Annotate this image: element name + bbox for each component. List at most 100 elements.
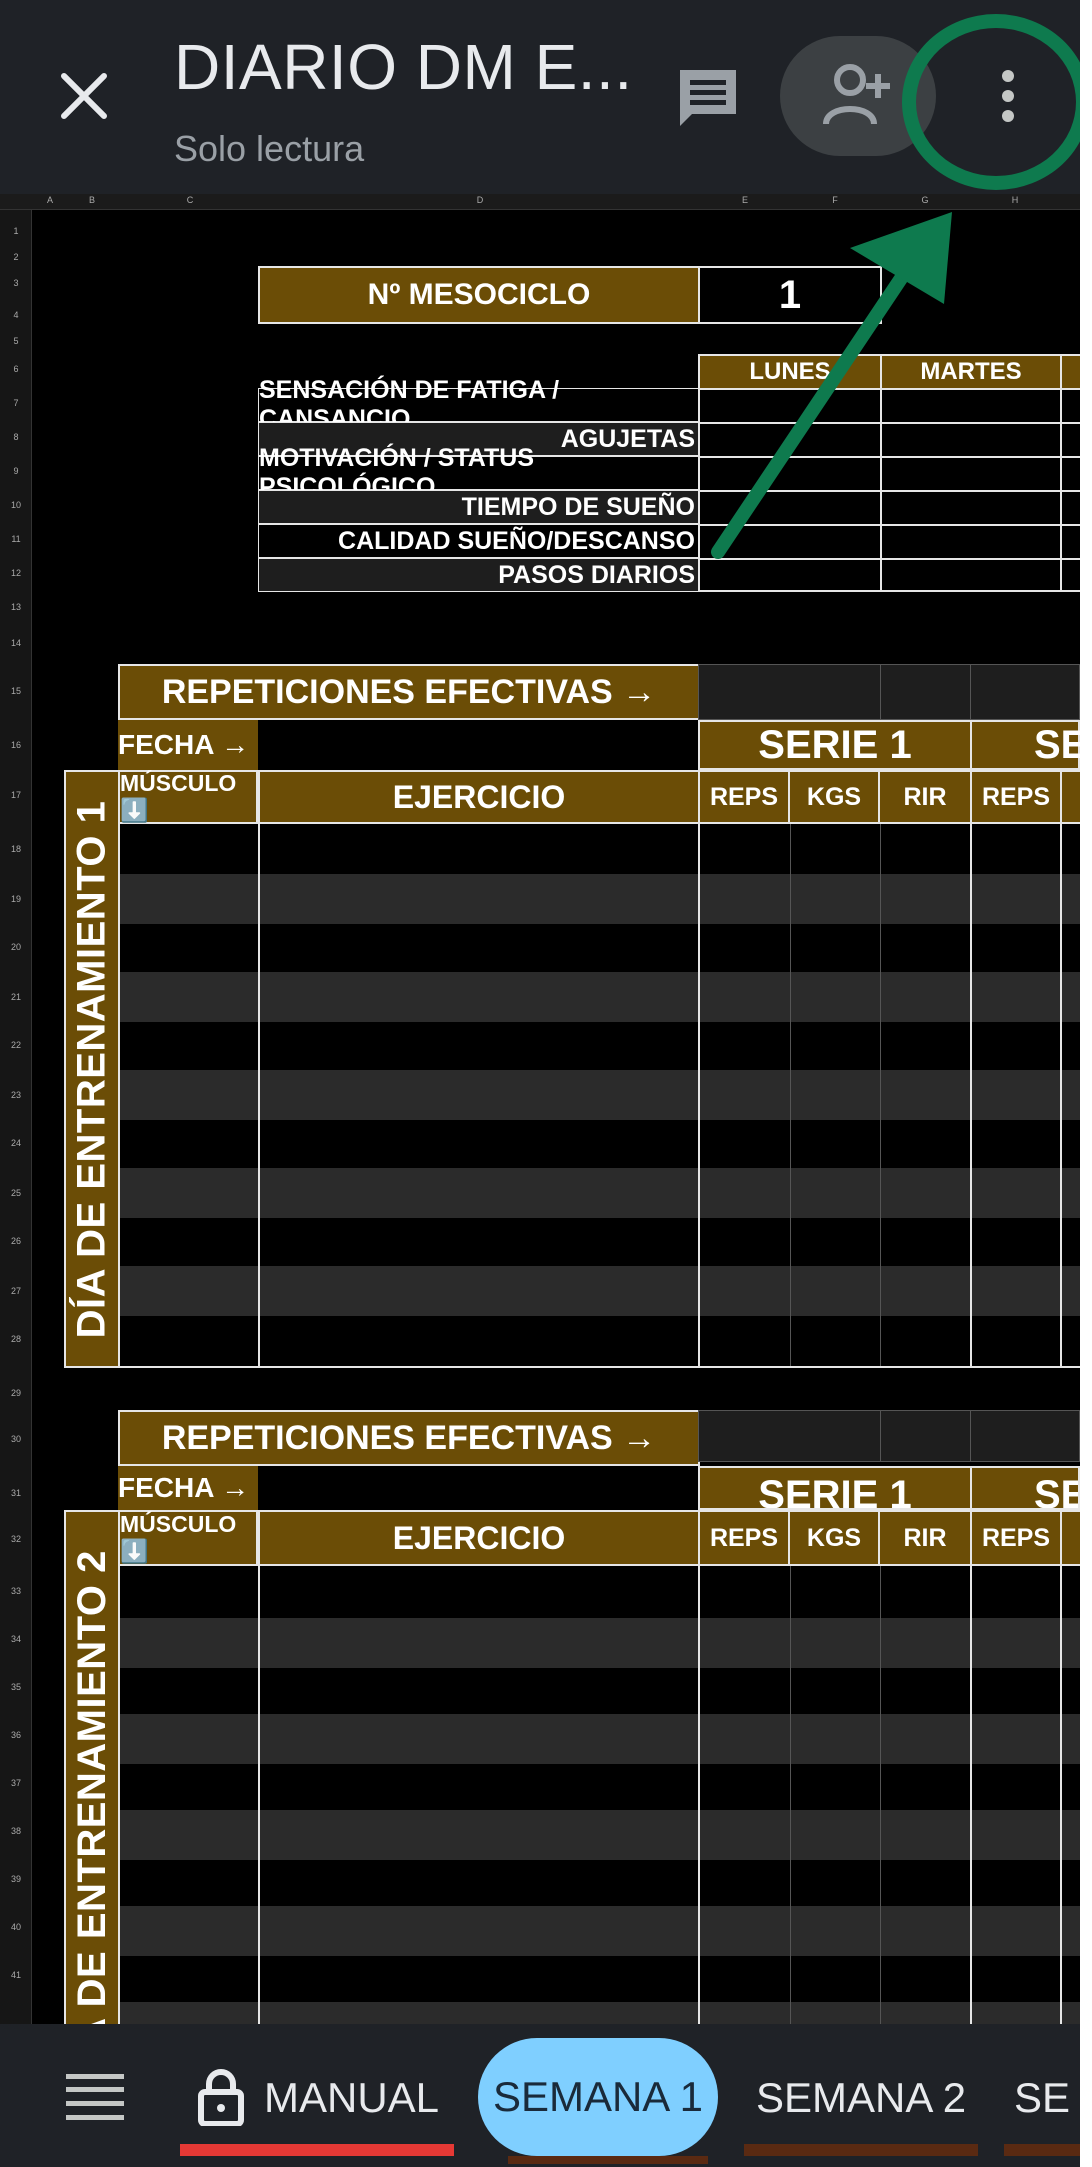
row-header[interactable]: 24: [0, 1138, 32, 1148]
column-header[interactable]: H: [970, 195, 1060, 205]
fecha-label-2: FECHA →: [118, 1466, 258, 1510]
row-headers: 1 2 3 4 5 6 7 8 9 10 11 12 13 14 15 16 17 18 19 20 21 22 23 24 2…: [0, 210, 32, 2024]
tab-semana-1[interactable]: SEMANA 1: [478, 2038, 718, 2156]
row-header[interactable]: 33: [0, 1586, 32, 1596]
reps-efectivas-label: REPETICIONES EFECTIVAS →: [118, 664, 700, 720]
reps-efectivas-values[interactable]: [698, 664, 1080, 720]
row-header[interactable]: 26: [0, 1236, 32, 1246]
tab-semana-2[interactable]: SEMANA 2: [756, 2058, 966, 2138]
row-header[interactable]: 32: [0, 1534, 32, 1544]
musculo-label-2: MÚSCULO ⬇️: [118, 1510, 258, 1566]
row-header[interactable]: 25: [0, 1188, 32, 1198]
row-header[interactable]: 12: [0, 568, 32, 578]
row-header[interactable]: 39: [0, 1874, 32, 1884]
column-header[interactable]: A: [40, 195, 60, 205]
ejercicio-header-2: EJERCICIO: [258, 1510, 700, 1566]
comment-icon[interactable]: [672, 62, 744, 134]
tab-manual-color: [180, 2144, 454, 2156]
reps-efectivas-values-2[interactable]: [698, 1410, 1080, 1462]
next-subcol-header-b2: [1060, 1510, 1080, 1566]
row-header[interactable]: 17: [0, 790, 32, 800]
metric-calidad-sueno: CALIDAD SUEÑO/DESCANSO: [258, 524, 700, 558]
serie-1-header: SERIE 1: [698, 720, 972, 770]
row-header[interactable]: 41: [0, 1970, 32, 1980]
mesociclo-value[interactable]: 1: [698, 266, 882, 324]
row-header[interactable]: 5: [0, 336, 32, 346]
column-headers: A B C D E F G H: [0, 194, 1080, 210]
ejercicio-header: EJERCICIO: [258, 770, 700, 824]
row-header[interactable]: 19: [0, 894, 32, 904]
row-header[interactable]: 23: [0, 1090, 32, 1100]
row-header[interactable]: 10: [0, 500, 32, 510]
row-header[interactable]: 4: [0, 310, 32, 320]
serie-1-header-2: SERIE 1: [698, 1466, 972, 1510]
column-header[interactable]: D: [260, 195, 700, 205]
fecha-label: FECHA →: [118, 720, 258, 770]
reps-header-2: REPS: [970, 770, 1062, 824]
row-header[interactable]: 34: [0, 1634, 32, 1644]
row-header[interactable]: 11: [0, 534, 32, 544]
column-header[interactable]: G: [880, 195, 970, 205]
row-header[interactable]: 36: [0, 1730, 32, 1740]
metric-sueno: TIEMPO DE SUEÑO: [258, 490, 700, 524]
day-header-martes: MARTES: [880, 354, 1062, 390]
app-bar: DIARIO DM E... Solo lectura: [0, 0, 1090, 194]
column-header[interactable]: B: [72, 195, 112, 205]
row-header[interactable]: 21: [0, 992, 32, 1002]
lock-icon: [198, 2068, 244, 2127]
close-icon[interactable]: [52, 64, 116, 128]
row-header[interactable]: 35: [0, 1682, 32, 1692]
reps-efectivas-label-2: REPETICIONES EFECTIVAS →: [118, 1410, 700, 1466]
document-title: DIARIO DM E...: [174, 31, 633, 103]
row-header[interactable]: 22: [0, 1040, 32, 1050]
training-day-1-label: DÍA DE ENTRENAMIENTO 1: [64, 770, 120, 1368]
add-person-icon: [823, 64, 890, 125]
tab-semana-1-color: [508, 2156, 708, 2164]
training-day-2-label: A DE ENTRENAMIENTO 2: [64, 1510, 120, 2024]
all-sheets-icon[interactable]: [66, 2074, 124, 2120]
serie-2-header-2: SE: [970, 1466, 1080, 1510]
row-header[interactable]: 7: [0, 398, 32, 408]
row-header[interactable]: 6: [0, 364, 32, 374]
column-header[interactable]: C: [120, 195, 260, 205]
column-header[interactable]: E: [700, 195, 790, 205]
metric-fatigue: SENSACIÓN DE FATIGA / CANSANCIO: [258, 376, 700, 433]
row-header[interactable]: 13: [0, 602, 32, 612]
kgs-header: KGS: [788, 770, 880, 824]
row-header[interactable]: 14: [0, 638, 32, 648]
row-header[interactable]: 8: [0, 432, 32, 442]
metric-motivacion: MOTIVACIÓN / STATUS PSICOLÓGICO: [258, 444, 700, 501]
row-header[interactable]: 37: [0, 1778, 32, 1788]
row-header[interactable]: 18: [0, 844, 32, 854]
rir-header: RIR: [878, 770, 972, 824]
tab-semana-3-color: [1004, 2144, 1080, 2156]
row-header[interactable]: 40: [0, 1922, 32, 1932]
row-header[interactable]: 16: [0, 740, 32, 750]
row-header[interactable]: 30: [0, 1434, 32, 1444]
metric-pasos: PASOS DIARIOS: [258, 558, 700, 592]
row-header[interactable]: 31: [0, 1488, 32, 1498]
row-header[interactable]: 28: [0, 1334, 32, 1344]
screen-edge: [1080, 0, 1092, 2167]
row-header[interactable]: 1: [0, 226, 32, 236]
reps-header: REPS: [698, 770, 790, 824]
tab-manual[interactable]: MANUAL: [264, 2058, 439, 2138]
highlight-circle: [902, 14, 1090, 190]
kgs-header-b2: KGS: [788, 1510, 880, 1566]
mesociclo-label: Nº MESOCICLO: [258, 266, 700, 324]
spreadsheet-grid[interactable]: A B C D E F G H 1 2 3 4 5 6 7 8 9 10 11 12 13 14 15 16 1…: [0, 194, 1080, 2024]
row-header[interactable]: 9: [0, 466, 32, 476]
read-only-label: Solo lectura: [174, 128, 365, 169]
row-header[interactable]: 2: [0, 252, 32, 262]
row-header[interactable]: 27: [0, 1286, 32, 1296]
tab-semana-3[interactable]: SE: [1014, 2058, 1080, 2138]
column-header[interactable]: F: [790, 195, 880, 205]
row-header[interactable]: 20: [0, 942, 32, 952]
row-header[interactable]: 3: [0, 278, 32, 288]
row-header[interactable]: 38: [0, 1826, 32, 1836]
day-header-next: [1060, 354, 1080, 390]
row-header[interactable]: 29: [0, 1388, 32, 1398]
row-header[interactable]: 15: [0, 686, 32, 696]
sheet-tab-bar: MANUAL SEMANA 1 SEMANA 2 SE: [0, 2024, 1080, 2167]
day-header-lunes: LUNES: [698, 354, 882, 390]
